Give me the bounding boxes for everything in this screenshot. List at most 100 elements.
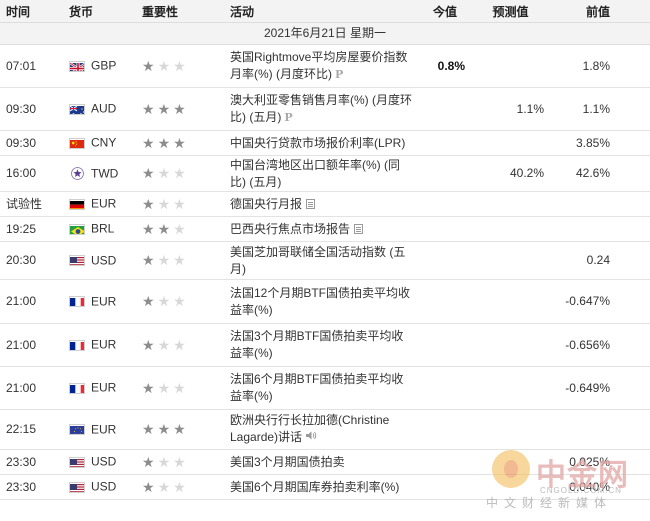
currency-code: USD [91,479,117,494]
event-name[interactable]: 中国央行贷款市场报价利率(LPR) [230,136,405,150]
importance-stars: ★★★ [136,155,224,192]
previous-value: -0.647% [550,279,650,324]
event-name-cell[interactable]: 英国Rightmove平均房屋要价指数月率(%) (月度环比) P [224,44,419,88]
currency-code: AUD [91,101,117,116]
currency-code: EUR [91,294,117,309]
star-empty-icon: ★ [157,252,174,268]
importance-stars: ★★★ [136,191,224,217]
event-name[interactable]: 英国Rightmove平均房屋要价指数月率(%) (月度环比) [230,50,407,81]
event-name[interactable]: 澳大利亚零售销售月率(%) (月度环比) (五月) [230,93,412,124]
star-empty-icon: ★ [173,165,189,181]
event-name-cell[interactable]: 中国央行贷款市场报价利率(LPR) [224,130,419,156]
table-row[interactable]: 09:30 CNY ★★★ 中国央行贷款市场报价利率(LPR) 3.85% [0,130,650,156]
star-empty-icon: ★ [173,478,189,495]
event-name-cell[interactable]: 法国6个月期BTF国债拍卖平均收益率(%) [224,366,419,410]
previous-value: 0.24 [550,241,650,280]
forecast-value [471,279,550,324]
table-row[interactable]: 20:30 USD ★★★ 美国芝加哥联储全国活动指数 (五月) 0.24 [0,241,650,280]
event-time: 21:00 [0,323,63,367]
previous-value: 3.85% [550,130,650,156]
event-name-cell[interactable]: 中国台湾地区出口额年率(%) (同比) (五月) [224,155,419,192]
event-name[interactable]: 法国12个月期BTF国债拍卖平均收益率(%) [230,286,410,317]
table-row[interactable]: 21:00 EUR ★★★ 法国3个月期BTF国债拍卖平均收益率(%) -0.656% [0,323,650,367]
event-name-cell[interactable]: 法国12个月期BTF国债拍卖平均收益率(%) [224,279,419,324]
star-filled-icon: ★ [142,100,158,117]
event-currency: CNY [63,130,136,156]
forecast-value [471,44,550,88]
event-name[interactable]: 美国3个月期国债拍卖 [230,455,345,469]
actual-value [419,409,471,450]
au-flag-icon [69,103,85,115]
fr-flag-icon [69,339,85,351]
forecast-value [471,241,550,280]
currency-code: USD [91,253,117,268]
table-row[interactable]: 07:01 GBP ★★★ 英国Rightmove平均房屋要价指数月率(%) (月度环… [0,44,650,88]
event-name[interactable]: 美国芝加哥联储全国活动指数 (五月) [230,245,405,276]
star-filled-icon: ★ [157,220,174,237]
event-currency: USD [63,474,136,500]
event-currency: AUD [63,87,136,131]
star-filled-icon: ★ [142,220,158,237]
event-time: 23:30 [0,474,63,500]
fr-flag-icon [69,382,85,394]
star-filled-icon: ★ [142,165,158,181]
event-name-cell[interactable]: 美国3个月期国债拍卖 [224,449,419,475]
star-empty-icon: ★ [173,336,189,353]
actual-value [419,474,471,500]
table-row[interactable]: 试验性 EUR ★★★ 德国央行月报 [0,191,650,217]
forecast-value [471,474,550,500]
event-name-cell[interactable]: 美国芝加哥联储全国活动指数 (五月) [224,241,419,280]
event-name[interactable]: 巴西央行焦点市场报告 [230,222,350,236]
event-name-cell[interactable]: 巴西央行焦点市场报告 [224,216,419,242]
star-filled-icon: ★ [173,100,189,117]
event-name[interactable]: 德国央行月报 [230,197,302,211]
header-time[interactable]: 时间 [0,0,63,23]
event-currency: USD [63,449,136,475]
table-row[interactable]: 22:15 EUR ★★★ 欧洲央行行长拉加德(Christine Lagarde)讲… [0,409,650,450]
event-name-cell[interactable]: 法国3个月期BTF国债拍卖平均收益率(%) [224,323,419,367]
event-time: 试验性 [0,191,63,217]
table-row[interactable]: 09:30 AUD ★★★ 澳大利亚零售销售月率(%) (月度环比) (五月) P 1.1… [0,87,650,131]
event-time: 19:25 [0,216,63,242]
previous-value: 0.040% [550,474,650,500]
event-name-cell[interactable]: 美国6个月期国库券拍卖利率(%) [224,474,419,500]
table-row[interactable]: 16:00 TWD ★★★ 中国台湾地区出口额年率(%) (同比) (五月) 40.2%… [0,155,650,192]
header-forecast[interactable]: 预测值 [471,0,550,23]
table-row[interactable]: 23:30 USD ★★★ 美国6个月期国库券拍卖利率(%) 0.040% [0,474,650,500]
speaker-icon [305,430,317,447]
us-flag-icon [69,481,85,493]
event-currency: USD [63,241,136,280]
importance-stars: ★★★ [136,474,224,500]
header-currency[interactable]: 货币 [63,0,136,23]
currency-code: EUR [91,196,117,211]
event-name-cell[interactable]: 澳大利亚零售销售月率(%) (月度环比) (五月) P [224,87,419,131]
actual-value: 0.8% [419,44,471,88]
header-actual[interactable]: 今值 [419,0,471,23]
event-name-cell[interactable]: 德国央行月报 [224,191,419,217]
header-event[interactable]: 活动 [224,0,419,23]
forecast-value [471,216,550,242]
event-name[interactable]: 中国台湾地区出口额年率(%) (同比) (五月) [230,158,400,189]
table-header-row: 时间 货币 重要性 活动 今值 预测值 前值 [0,0,650,23]
table-row[interactable]: 19:25 BRL ★★★ 巴西央行焦点市场报告 [0,216,650,242]
event-currency: EUR [63,279,136,324]
event-currency: GBP [63,44,136,88]
event-currency: EUR [63,409,136,450]
table-row[interactable]: 21:00 EUR ★★★ 法国12个月期BTF国债拍卖平均收益率(%) -0.647% [0,279,650,324]
event-name[interactable]: 法国6个月期BTF国债拍卖平均收益率(%) [230,372,403,403]
event-name-cell[interactable]: 欧洲央行行长拉加德(Christine Lagarde)讲话 [224,409,419,450]
event-time: 16:00 [0,155,63,192]
header-importance[interactable]: 重要性 [136,0,224,23]
table-row[interactable]: 21:00 EUR ★★★ 法国6个月期BTF国债拍卖平均收益率(%) -0.649% [0,366,650,410]
event-name[interactable]: 美国6个月期国库券拍卖利率(%) [230,480,399,494]
preliminary-icon: P [284,111,293,125]
header-previous[interactable]: 前值 [550,0,650,23]
event-time: 07:01 [0,44,63,88]
event-name[interactable]: 法国3个月期BTF国债拍卖平均收益率(%) [230,329,403,360]
currency-code: USD [91,454,117,469]
star-empty-icon: ★ [157,478,174,495]
actual-value [419,87,471,131]
us-flag-icon [69,456,85,468]
date-label: 2021年6月21日 星期一 [0,22,650,45]
table-row[interactable]: 23:30 USD ★★★ 美国3个月期国债拍卖 0.025% [0,449,650,475]
